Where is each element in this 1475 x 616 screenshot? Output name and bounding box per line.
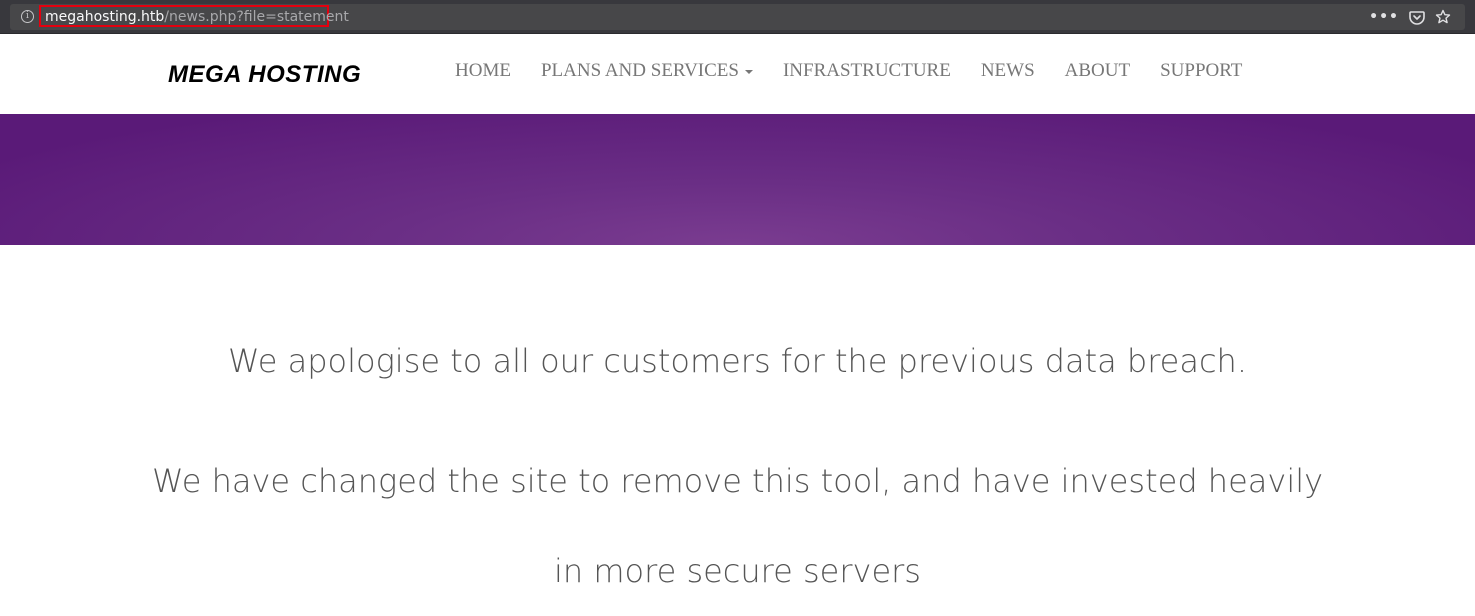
statement-line-2: We have changed the site to remove this … <box>151 462 1324 500</box>
more-dots-icon[interactable]: ••• <box>1369 8 1399 26</box>
statement-line-3: in more secure servers <box>554 552 921 590</box>
nav-item-label: PLANS AND SERVICES <box>540 60 739 81</box>
statement-line-1: We apologise to all our customers for th… <box>228 342 1247 380</box>
info-icon[interactable]: i <box>21 10 34 23</box>
url-text[interactable]: megahosting.htb/news.php?file=statement <box>45 9 349 25</box>
nav-item-label: HOME <box>455 60 511 81</box>
nav-item-label: NEWS <box>980 60 1035 81</box>
brand-logo[interactable]: MEGA HOSTING <box>168 61 361 89</box>
browser-toolbar: i megahosting.htb/news.php?file=statemen… <box>0 0 1475 34</box>
nav-item-label: ABOUT <box>1064 60 1131 81</box>
nav-item-support[interactable]: SUPPORT <box>1145 59 1257 83</box>
address-bar[interactable]: i megahosting.htb/news.php?file=statemen… <box>10 4 1465 30</box>
url-path: /news.php?file=statement <box>164 9 349 25</box>
nav-item-news[interactable]: NEWS <box>966 59 1050 83</box>
nav-item-label: INFRASTRUCTURE <box>782 60 951 81</box>
site-navbar: MEGA HOSTING HOME PLANS AND SERVICES INF… <box>0 34 1475 114</box>
nav-item-infrastructure[interactable]: INFRASTRUCTURE <box>768 59 966 83</box>
nav-item-plans-and-services[interactable]: PLANS AND SERVICES <box>526 59 768 83</box>
nav-item-about[interactable]: ABOUT <box>1050 59 1145 83</box>
caret-down-icon <box>744 69 753 74</box>
hero-banner <box>0 114 1475 245</box>
url-domain: megahosting.htb <box>45 9 165 25</box>
pocket-icon[interactable] <box>1409 9 1425 25</box>
url-actions: ••• <box>1369 8 1451 26</box>
nav-item-home[interactable]: HOME <box>440 59 526 83</box>
nav-item-label: SUPPORT <box>1160 60 1243 81</box>
nav-menu: HOME PLANS AND SERVICES INFRASTRUCTURE N… <box>440 59 1257 83</box>
star-icon[interactable] <box>1435 9 1451 25</box>
